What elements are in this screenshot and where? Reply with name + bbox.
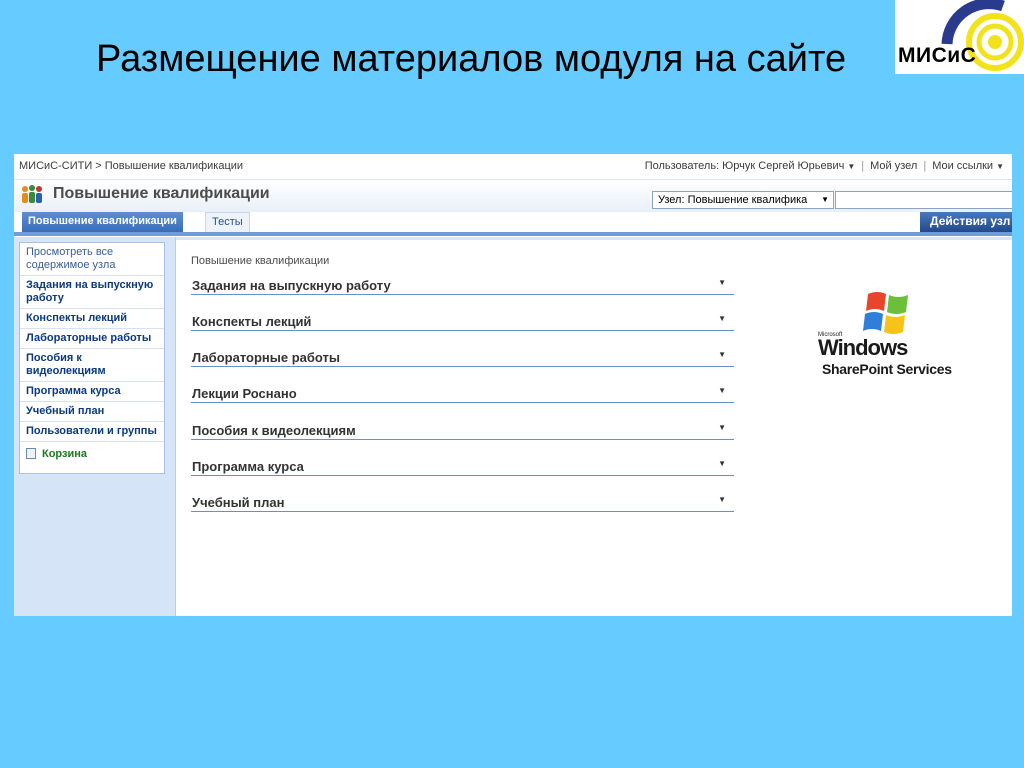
top-nav-tabs: Повышение квалификации Тесты Действия уз…	[14, 212, 1012, 236]
my-links-menu[interactable]: Мои ссылки ▼	[932, 160, 1004, 172]
page-title: Повышение квалификации	[191, 255, 330, 267]
web-part-header: Конспекты лекций ▼	[191, 312, 734, 331]
nav-item[interactable]: Учебный план	[20, 402, 164, 422]
site-title[interactable]: Повышение квалификации	[53, 185, 270, 203]
quick-launch: Просмотреть все содержимое узла Задания …	[19, 242, 165, 474]
web-part-header: Программа курса ▼	[191, 457, 734, 476]
my-site-link[interactable]: Мой узел	[870, 160, 917, 172]
misis-logo: МИСиС	[895, 0, 1024, 74]
web-part-title[interactable]: Программа курса	[192, 459, 304, 474]
nav-item[interactable]: Пособия к видеолекциям	[20, 349, 164, 382]
site-header: Повышение квалификации Узел: Повышение к…	[14, 180, 1012, 212]
nav-item[interactable]: Программа курса	[20, 382, 164, 402]
recycle-bin-icon	[26, 448, 36, 459]
site-people-icon	[22, 185, 42, 203]
web-part-title[interactable]: Конспекты лекций	[192, 314, 311, 329]
web-part-header: Учебный план ▼	[191, 493, 734, 512]
web-part-menu-icon[interactable]: ▼	[718, 423, 726, 432]
windows-sharepoint-services-logo: Microsoft Windows SharePoint Services	[818, 290, 978, 385]
chevron-down-icon: ▼	[996, 162, 1004, 171]
web-part-header: Лекции Роснано ▼	[191, 384, 734, 403]
tab-povyshenie[interactable]: Повышение квалификации	[22, 212, 183, 232]
web-part-header: Задания на выпускную работу ▼	[191, 276, 734, 295]
left-navigation: Просмотреть все содержимое узла Задания …	[14, 237, 176, 616]
web-part-menu-icon[interactable]: ▼	[718, 386, 726, 395]
web-part-title[interactable]: Пособия к видеолекциям	[192, 423, 356, 438]
slide-title: Размещение материалов модуля на сайте	[96, 38, 847, 80]
main-content: Повышение квалификации Задания на выпуск…	[176, 237, 1012, 616]
web-part-menu-icon[interactable]: ▼	[718, 459, 726, 468]
tab-tests[interactable]: Тесты	[205, 212, 250, 232]
my-links-label: Мои ссылки	[932, 160, 994, 172]
global-topbar: МИСиС-СИТИ > Повышение квалификации Поль…	[14, 154, 1012, 180]
recycle-bin-link[interactable]: Корзина	[20, 442, 164, 473]
logo-text: МИСиС	[898, 44, 977, 67]
separator: |	[861, 160, 865, 172]
nav-item[interactable]: Пользователи и группы	[20, 422, 164, 442]
search-scope-value: Узел: Повышение квалифика	[658, 194, 808, 206]
web-part-title[interactable]: Лекции Роснано	[192, 386, 297, 401]
web-part-menu-icon[interactable]: ▼	[718, 495, 726, 504]
web-part-menu-icon[interactable]: ▼	[718, 314, 726, 323]
web-part-title[interactable]: Учебный план	[192, 495, 284, 510]
nav-item[interactable]: Лабораторные работы	[20, 329, 164, 349]
nav-item[interactable]: Конспекты лекций	[20, 309, 164, 329]
windows-flag-icon	[863, 292, 908, 334]
web-part-title[interactable]: Лабораторные работы	[192, 350, 340, 365]
search-scope-select[interactable]: Узел: Повышение квалифика ▼	[652, 191, 834, 209]
sharepoint-services-label: SharePoint Services	[822, 361, 952, 377]
chevron-down-icon: ▼	[821, 195, 829, 204]
web-part-menu-icon[interactable]: ▼	[718, 278, 726, 287]
nav-item[interactable]: Задания на выпускную работу	[20, 276, 164, 309]
web-part-header: Пособия к видеолекциям ▼	[191, 421, 734, 440]
breadcrumb[interactable]: МИСиС-СИТИ > Повышение квалификации	[19, 160, 243, 172]
site-actions-button[interactable]: Действия узл	[920, 212, 1012, 232]
sharepoint-screenshot: МИСиС-СИТИ > Повышение квалификации Поль…	[14, 154, 1012, 616]
separator: |	[923, 160, 927, 172]
web-part-menu-icon[interactable]: ▼	[718, 350, 726, 359]
user-bar: Пользователь: Юрчук Сергей Юрьевич ▼ | Мой …	[645, 160, 1004, 172]
chevron-down-icon: ▼	[847, 162, 856, 171]
recycle-bin-label: Корзина	[42, 448, 87, 460]
user-menu[interactable]: Пользователь: Юрчук Сергей Юрьевич ▼	[645, 160, 856, 172]
windows-label: Windows	[818, 335, 908, 360]
view-all-content-link[interactable]: Просмотреть все содержимое узла	[20, 243, 164, 276]
user-menu-label: Пользователь: Юрчук Сергей Юрьевич	[644, 160, 845, 172]
search-input[interactable]	[835, 191, 1012, 209]
web-part-header: Лабораторные работы ▼	[191, 348, 734, 367]
web-part-title[interactable]: Задания на выпускную работу	[192, 278, 391, 293]
